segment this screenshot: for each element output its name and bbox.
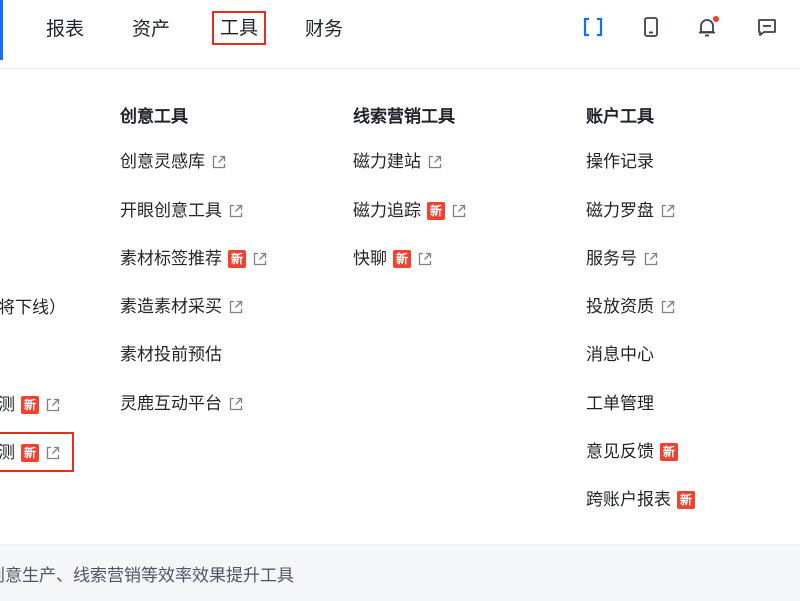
new-badge: 新: [21, 396, 40, 414]
external-link-icon[interactable]: [643, 251, 659, 267]
external-link-icon[interactable]: [660, 203, 676, 219]
menu-item-material-estimate[interactable]: 素材投前预估: [120, 342, 222, 368]
left-item-offline[interactable]: 将下线）: [0, 295, 66, 321]
item-label: 工单管理: [586, 394, 654, 414]
item-label: 磁力追踪: [353, 201, 421, 221]
footer-description: 创意生产、线索营销等效率效果提升工具: [0, 566, 294, 586]
nav-item-finance[interactable]: 财务: [305, 14, 343, 44]
menu-item-cross-account-report[interactable]: 跨账户报表 新: [586, 487, 696, 513]
item-label: 消息中心: [586, 345, 654, 365]
external-link-icon[interactable]: [417, 251, 433, 267]
external-link-icon[interactable]: [211, 154, 227, 170]
item-label: 操作记录: [586, 152, 654, 172]
menu-item-cili-site[interactable]: 磁力建站: [353, 149, 443, 175]
menu-item-cili-compass[interactable]: 磁力罗盘: [586, 198, 676, 224]
external-link-icon[interactable]: [228, 203, 244, 219]
new-badge: 新: [427, 202, 446, 220]
menu-item-material-tag[interactable]: 素材标签推荐 新: [120, 246, 268, 272]
new-badge: 新: [660, 443, 679, 461]
column-title-account-tools: 账户工具: [586, 107, 654, 127]
left-item-test-1[interactable]: 测 新: [0, 392, 61, 418]
external-link-icon[interactable]: [252, 251, 268, 267]
top-navigation: 报表 资产 工具 财务: [0, 0, 800, 69]
nav-item-reports[interactable]: 报表: [46, 14, 84, 44]
nav-item-assets[interactable]: 资产: [132, 14, 170, 44]
menu-item-kaiyan-creative[interactable]: 开眼创意工具: [120, 198, 244, 224]
dropdown-footer: 创意生产、线索营销等效率效果提升工具: [0, 544, 800, 601]
external-link-icon[interactable]: [451, 203, 467, 219]
item-label: 素材标签推荐: [120, 249, 222, 269]
item-label: 磁力罗盘: [586, 201, 654, 221]
item-label: 灵鹿互动平台: [120, 394, 222, 414]
item-label: 投放资质: [586, 297, 654, 317]
item-label: 素材投前预估: [120, 345, 222, 365]
column-title-lead-marketing-tools: 线索营销工具: [353, 107, 455, 127]
scan-icon[interactable]: [582, 16, 606, 40]
item-label: 快聊: [353, 249, 387, 269]
item-label: 创意灵感库: [120, 152, 205, 172]
menu-item-cili-tracking[interactable]: 磁力追踪 新: [353, 198, 467, 224]
menu-item-ticket-management[interactable]: 工单管理: [586, 391, 654, 417]
mobile-icon[interactable]: [640, 16, 664, 40]
item-label: 测: [0, 395, 15, 415]
external-link-icon[interactable]: [660, 299, 676, 315]
menu-item-ad-qualification[interactable]: 投放资质: [586, 294, 676, 320]
item-label: 跨账户报表: [586, 490, 671, 510]
new-badge: 新: [393, 250, 412, 268]
highlight-box: [0, 432, 74, 472]
item-label: 将下线）: [0, 298, 66, 318]
external-link-icon[interactable]: [45, 397, 61, 413]
external-link-icon[interactable]: [427, 154, 443, 170]
message-icon[interactable]: [756, 16, 780, 40]
column-title-creative-tools: 创意工具: [120, 107, 188, 127]
menu-item-creative-inspiration[interactable]: 创意灵感库: [120, 149, 227, 175]
menu-item-quick-chat[interactable]: 快聊 新: [353, 246, 433, 272]
nav-item-tools[interactable]: 工具: [211, 11, 267, 45]
item-label: 服务号: [586, 249, 637, 269]
menu-item-feedback[interactable]: 意见反馈 新: [586, 439, 679, 465]
nav-accent-bar: [0, 0, 3, 60]
item-label: 开眼创意工具: [120, 201, 222, 221]
item-label: 磁力建站: [353, 152, 421, 172]
bell-icon[interactable]: [696, 16, 720, 40]
external-link-icon[interactable]: [228, 396, 244, 412]
menu-item-operation-log[interactable]: 操作记录: [586, 149, 654, 175]
menu-item-linglu-interactive[interactable]: 灵鹿互动平台: [120, 391, 244, 417]
item-label: 素造素材采买: [120, 297, 222, 317]
notification-dot: [713, 16, 719, 22]
menu-item-message-center[interactable]: 消息中心: [586, 342, 654, 368]
new-badge: 新: [677, 491, 696, 509]
external-link-icon[interactable]: [228, 299, 244, 315]
new-badge: 新: [228, 250, 247, 268]
item-label: 意见反馈: [586, 442, 654, 462]
menu-item-service-account[interactable]: 服务号: [586, 246, 659, 272]
menu-item-material-purchase[interactable]: 素造素材采买: [120, 294, 244, 320]
